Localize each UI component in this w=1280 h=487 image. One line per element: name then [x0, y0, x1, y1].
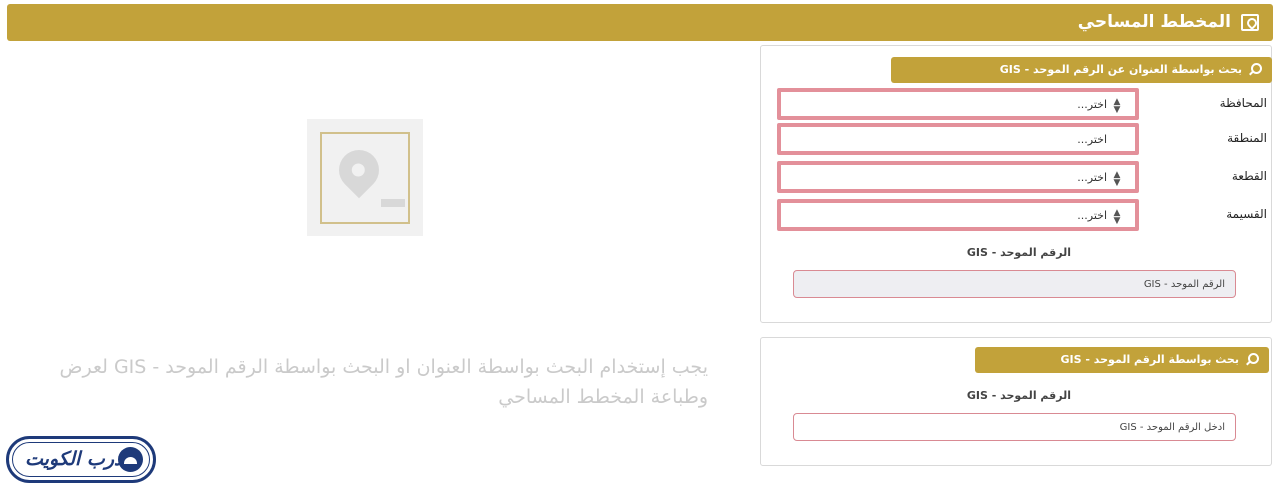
gis-label: الرقم الموحد - GIS	[966, 389, 1071, 402]
gis-search-heading-text: بحث بواسطة الرقم الموحد - GIS	[1060, 353, 1240, 366]
brand-name: درب الكويت	[25, 448, 123, 470]
governorate-label: المحافظة	[1219, 96, 1267, 110]
map-placeholder-icon	[307, 119, 423, 236]
gis-number-field-readonly[interactable]	[793, 270, 1236, 298]
address-search-panel: بحث بواسطة العنوان عن الرقم الموحد - GIS…	[760, 45, 1272, 323]
sort-arrows-icon: ▲ ▼	[1113, 97, 1121, 115]
sort-arrows-icon: ▲ ▼	[1113, 208, 1121, 226]
map-pin-square-icon	[1241, 14, 1259, 31]
area-select[interactable]: اختر...	[777, 123, 1139, 155]
block-select-value: اختر...	[1077, 171, 1107, 184]
area-select-value: اختر...	[1077, 133, 1107, 146]
block-label: القطعة	[1231, 169, 1267, 183]
gis-label: الرقم الموحد - GIS	[966, 246, 1071, 259]
governorate-select-value: اختر...	[1077, 98, 1107, 111]
plot-label: القسيمة	[1226, 207, 1267, 221]
location-pin-icon	[330, 141, 388, 199]
block-row: اختر... ▲ ▼ القطعة	[777, 161, 1271, 193]
search-icon	[1251, 63, 1262, 74]
instruction-text: يجب إستخدام البحث بواسطة العنوان او البح…	[59, 356, 709, 408]
plot-select-value: اختر...	[1077, 209, 1107, 222]
area-label: المنطقة	[1227, 131, 1267, 145]
brand-logo: درب الكويت	[6, 436, 156, 483]
gis-number-input[interactable]	[793, 413, 1236, 441]
page-header: المخطط المساحي	[7, 4, 1273, 41]
governorate-select[interactable]: اختر... ▲ ▼	[777, 88, 1139, 120]
search-icon	[1248, 353, 1259, 364]
address-search-heading[interactable]: بحث بواسطة العنوان عن الرقم الموحد - GIS	[891, 57, 1272, 83]
plot-select[interactable]: اختر... ▲ ▼	[777, 199, 1139, 231]
sort-arrows-icon: ▲ ▼	[1113, 170, 1121, 188]
plot-row: اختر... ▲ ▼ القسيمة	[777, 199, 1271, 231]
gis-search-heading[interactable]: بحث بواسطة الرقم الموحد - GIS	[975, 347, 1269, 373]
page-title: المخطط المساحي	[1077, 12, 1231, 32]
gis-search-panel: بحث بواسطة الرقم الموحد - GIS الرقم المو…	[760, 337, 1272, 466]
address-search-heading-text: بحث بواسطة العنوان عن الرقم الموحد - GIS	[999, 63, 1242, 76]
governorate-row: اختر... ▲ ▼ المحافظة	[777, 88, 1271, 120]
block-select[interactable]: اختر... ▲ ▼	[777, 161, 1139, 193]
area-row: اختر... المنطقة	[777, 123, 1271, 155]
